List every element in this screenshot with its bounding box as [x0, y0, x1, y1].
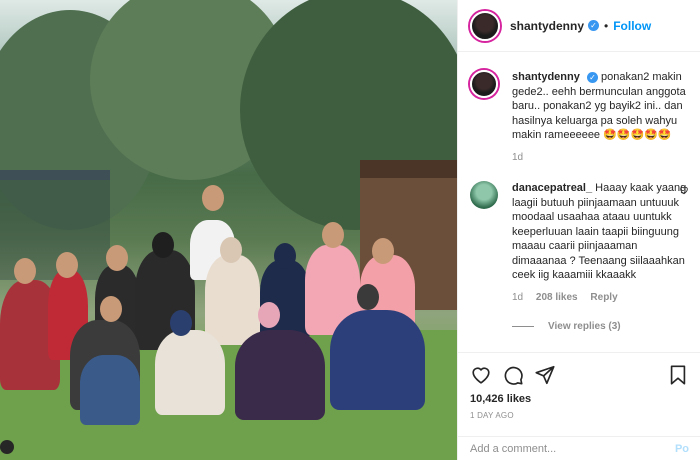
comment-username[interactable]: danacepatreal_ [512, 182, 592, 194]
person-head [322, 222, 344, 248]
view-replies-button[interactable]: View replies (3) [512, 321, 689, 332]
person-head [152, 232, 174, 258]
avatar[interactable] [470, 10, 500, 41]
comment-avatar[interactable] [470, 181, 498, 209]
share-icon[interactable] [534, 364, 556, 386]
comment-likes[interactable]: 208 likes [536, 292, 578, 303]
person-head [258, 302, 280, 328]
post-time[interactable]: 1 DAY AGO [470, 411, 689, 420]
like-count[interactable]: 10,426 likes [470, 393, 689, 405]
person-head [14, 258, 36, 284]
separator-dot: • [604, 18, 609, 33]
caption-time[interactable]: 1d [512, 151, 689, 166]
comment-time[interactable]: 1d [512, 292, 523, 303]
person [205, 255, 260, 345]
comment-icon[interactable] [502, 364, 524, 386]
reply-button[interactable]: Reply [590, 292, 617, 303]
comment-heart-icon[interactable] [679, 185, 689, 195]
person-head [274, 243, 296, 269]
caption: shantydenny ✓ ponakan2 makin gede2.. eeh… [470, 70, 689, 165]
person-head [357, 284, 379, 310]
comment-composer: Add a comment... Po [458, 436, 700, 460]
person [260, 260, 310, 340]
person-head [372, 238, 394, 264]
person [80, 355, 140, 425]
person-head [202, 185, 224, 211]
person-head [170, 310, 192, 336]
caption-avatar[interactable] [470, 70, 498, 98]
bookmark-icon[interactable] [667, 364, 689, 386]
person [235, 330, 325, 420]
post-header: shantydenny ✓ • Follow [458, 0, 700, 52]
caption-username[interactable]: shantydenny [512, 71, 580, 83]
post-sidebar: shantydenny ✓ • Follow shantydenny ✓ pon… [457, 0, 700, 460]
comments-list[interactable]: shantydenny ✓ ponakan2 makin gede2.. eeh… [458, 60, 700, 352]
verified-icon: ✓ [588, 20, 600, 31]
person-head [56, 252, 78, 278]
post-photo[interactable] [0, 0, 457, 460]
user-tag-icon[interactable] [0, 440, 14, 454]
comment-input[interactable]: Add a comment... [470, 443, 556, 455]
header-username[interactable]: shantydenny [510, 19, 584, 33]
person-head [100, 296, 122, 322]
comment-text: Haaay kaak yaang laagii butuuh piinjaama… [512, 182, 687, 281]
post-actions: 10,426 likes 1 DAY AGO [458, 352, 700, 420]
person [330, 310, 425, 410]
heart-icon[interactable] [470, 364, 492, 386]
comment: danacepatreal_ Haaay kaak yaang laagii b… [470, 181, 689, 305]
person [155, 330, 225, 415]
person-head [220, 237, 242, 263]
person-head [106, 245, 128, 271]
verified-icon: ✓ [586, 71, 598, 83]
comment-meta: 1d 208 likes Reply [512, 291, 689, 306]
follow-button[interactable]: Follow [613, 19, 651, 33]
post-comment-button[interactable]: Po [675, 443, 689, 455]
